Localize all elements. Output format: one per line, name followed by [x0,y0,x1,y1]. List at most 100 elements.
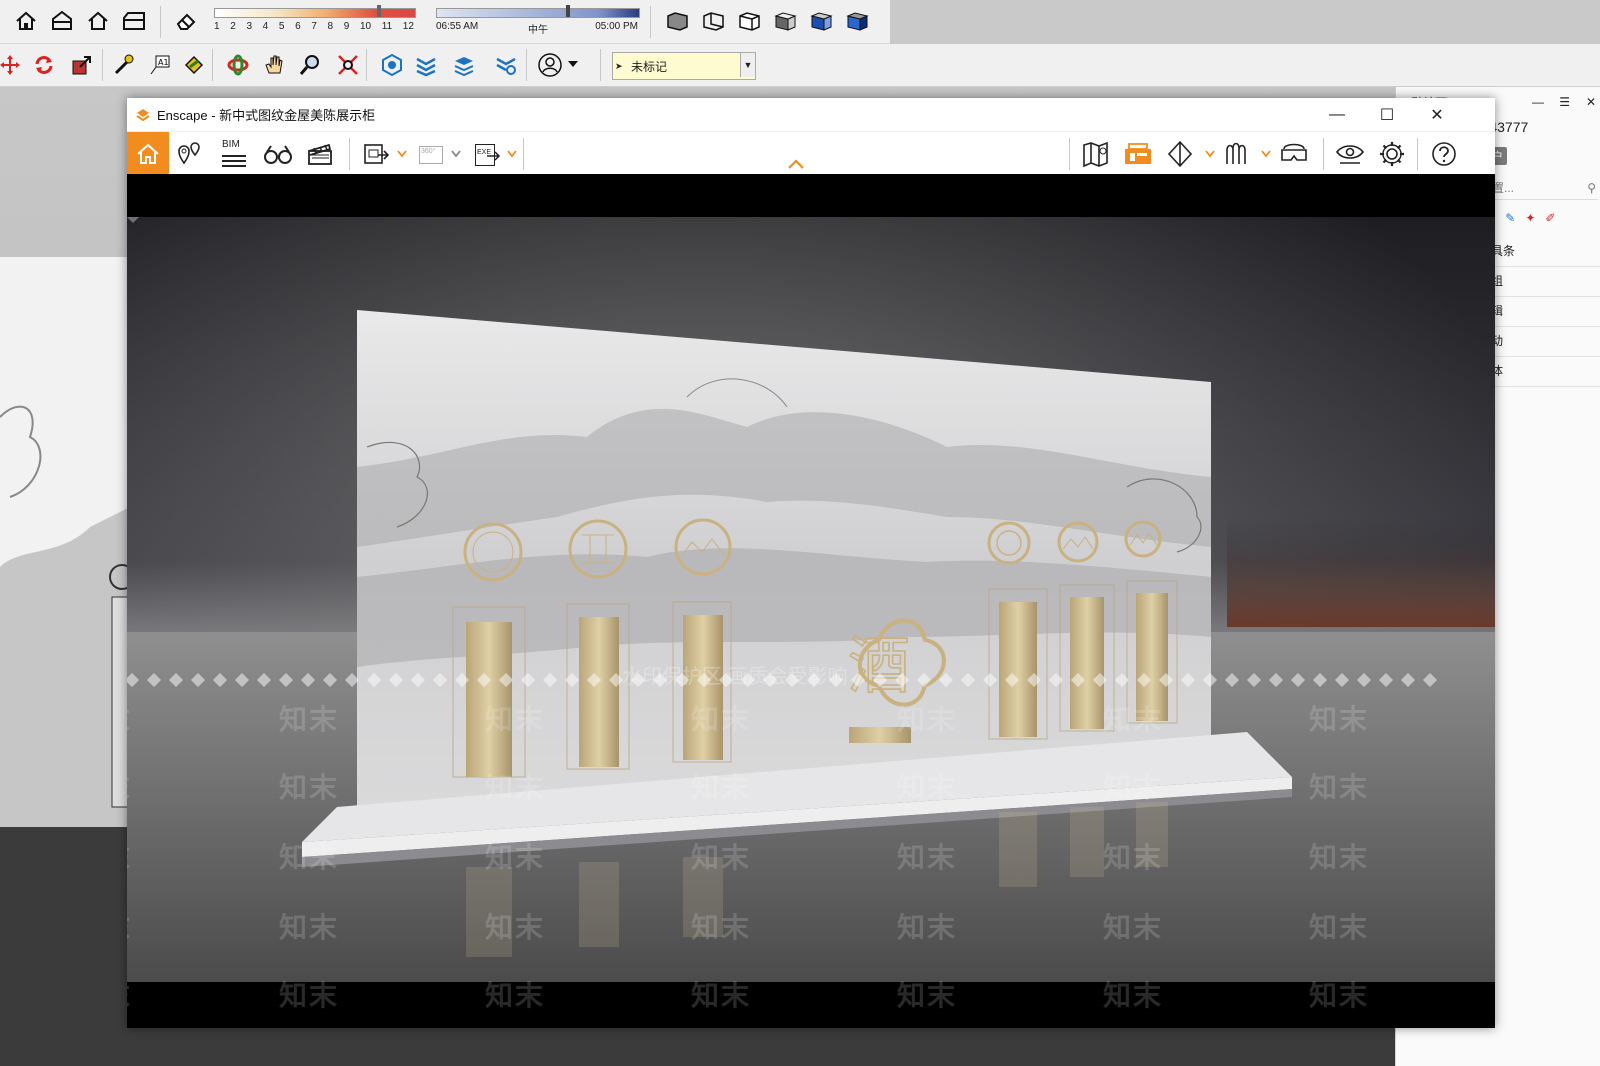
plugin-cube-icon[interactable] [376,50,408,80]
visual-settings-button[interactable] [1329,132,1371,175]
watermark-diamond [542,673,558,687]
help-button[interactable] [1423,132,1465,175]
eye-icon [1335,144,1365,164]
brand-watermark: 知末 [127,906,132,946]
eraser-icon[interactable] [170,6,202,36]
shaded-style-icon[interactable] [770,6,802,36]
brand-watermark: 知末 [1103,980,1164,1011]
brand-watermark: 知末 [279,980,340,1011]
panorama-button[interactable]: 360° [411,132,453,175]
watermark-diamond [1422,673,1438,687]
minimize-button[interactable]: — [1312,98,1362,131]
paint-bucket-icon[interactable] [178,50,210,80]
close-icon[interactable]: ✕ [1586,95,1596,109]
asset-library-button[interactable] [1117,132,1159,175]
tool-icon-pin[interactable]: ✦ [1525,211,1535,233]
watermark-diamond [1246,673,1262,687]
screenshot-button[interactable] [355,132,397,175]
tool-icon-pen[interactable]: ✐ [1545,211,1555,233]
enscape-render-viewport[interactable]: 酒 水印保护区 画质会受影响 知末 知末 知末 知末 知末 知末 知末 知末 知… [127,174,1495,1028]
home-view-icon[interactable] [10,6,42,36]
quality-watermark-text: 水印保护区 画质会受影响 [622,666,848,688]
tape-measure-icon[interactable] [108,50,140,80]
video-editor-button[interactable] [299,132,341,175]
plugin-settings-icon[interactable] [490,50,522,80]
views-button[interactable] [169,132,211,175]
brand-watermark: 知末 [127,766,132,806]
rotate-icon[interactable] [28,50,60,80]
chevron-down-icon[interactable] [1261,150,1271,158]
brand-watermark: 知末 [485,980,546,1011]
watermark-diamond [1136,673,1152,687]
house-outline-icon[interactable] [82,6,114,36]
material-editor-button[interactable] [1159,132,1201,175]
watermark-diamond [1004,673,1020,687]
enscape-logo-icon [136,108,150,121]
material-diamond-icon [1167,140,1193,167]
exe-export-button[interactable]: EXE [467,132,509,175]
chevron-down-icon[interactable] [566,50,580,80]
side-view-icon[interactable] [118,6,150,36]
watermark-diamond [564,673,580,687]
tag-select[interactable]: ➤ 未标记 ▼ [612,52,756,80]
toolbar-divider [366,49,367,81]
watermark-diamond [127,673,140,687]
tag-select-value: 未标记 [631,59,668,74]
text-label-icon[interactable]: A1 [144,50,176,80]
shadow-month-labels: 1 2 3 4 5 6 7 8 9 10 11 12 [214,21,414,32]
vr-headset-button[interactable] [1273,132,1315,175]
tool-icon-edit[interactable]: ✎ [1505,211,1515,233]
home-button[interactable] [127,132,169,175]
chevron-down-icon[interactable] [507,150,517,158]
chevron-down-icon[interactable] [397,150,407,158]
brand-watermark: 知末 [127,836,132,876]
plugin-layers-icon[interactable] [410,50,442,80]
settings-button[interactable] [1371,132,1413,175]
collapse-toolbar-chevron-up-icon[interactable] [787,158,805,170]
maximize-button[interactable]: ☐ [1362,98,1412,131]
brand-watermark: 知末 [1103,772,1164,803]
menu-icon[interactable]: ☰ [1559,95,1570,109]
bim-button[interactable]: BIM [213,132,255,175]
minimize-icon[interactable]: — [1532,95,1544,109]
enscape-window-title: Enscape - 新中式图纹金屋美陈展示柜 [157,108,376,123]
bim-label: BIM [222,138,240,150]
atmosphere-button[interactable] [1217,132,1259,175]
watermark-diamond [344,673,360,687]
scale-icon[interactable] [66,50,98,80]
zoom-icon[interactable] [294,50,326,80]
monochrome-style-icon[interactable] [842,6,874,36]
front-view-icon[interactable] [46,6,78,36]
watermark-diamond [366,673,382,687]
watermark-diamond [212,673,228,687]
shadow-time-slider[interactable]: 06:55 AM 中午 05:00 PM [436,5,640,38]
wireframe-style-icon[interactable] [698,6,730,36]
textured-style-icon[interactable] [806,6,838,36]
search-icon[interactable]: ⚲ [1587,177,1596,199]
orbit-icon[interactable] [222,50,254,80]
watermark-diamond [1158,673,1174,687]
xray-style-icon[interactable] [662,6,694,36]
sketchup-toolbar-top: 1 2 3 4 5 6 7 8 9 10 11 12 06:55 AM 中午 05:00 PM [0,0,890,44]
close-button[interactable]: ✕ [1412,98,1462,131]
chevron-down-icon[interactable]: ▼ [740,53,755,77]
watermark-diamond [982,673,998,687]
watermark-diamond [410,673,426,687]
chevron-down-icon[interactable] [451,150,461,158]
enscape-titlebar[interactable]: Enscape - 新中式图纹金屋美陈展示柜 — ☐ ✕ [127,98,1495,131]
pan-hand-icon[interactable] [258,50,290,80]
watermark-diamond [388,673,404,687]
shadow-month-label: 5 [278,21,285,32]
shadow-month-slider[interactable]: 1 2 3 4 5 6 7 8 9 10 11 12 [214,5,416,38]
zoom-extents-icon[interactable] [332,50,364,80]
toolbar-divider [349,138,350,170]
chevron-down-icon[interactable] [1205,150,1215,158]
plugin-stack-icon[interactable] [448,50,480,80]
watermark-diamond [894,673,910,687]
shadow-month-label: 10 [359,21,372,32]
map-button[interactable] [1075,132,1117,175]
hidden-line-style-icon[interactable] [734,6,766,36]
user-account-icon[interactable] [534,50,566,80]
binoculars-button[interactable] [257,132,299,175]
move-icon[interactable] [0,50,26,80]
